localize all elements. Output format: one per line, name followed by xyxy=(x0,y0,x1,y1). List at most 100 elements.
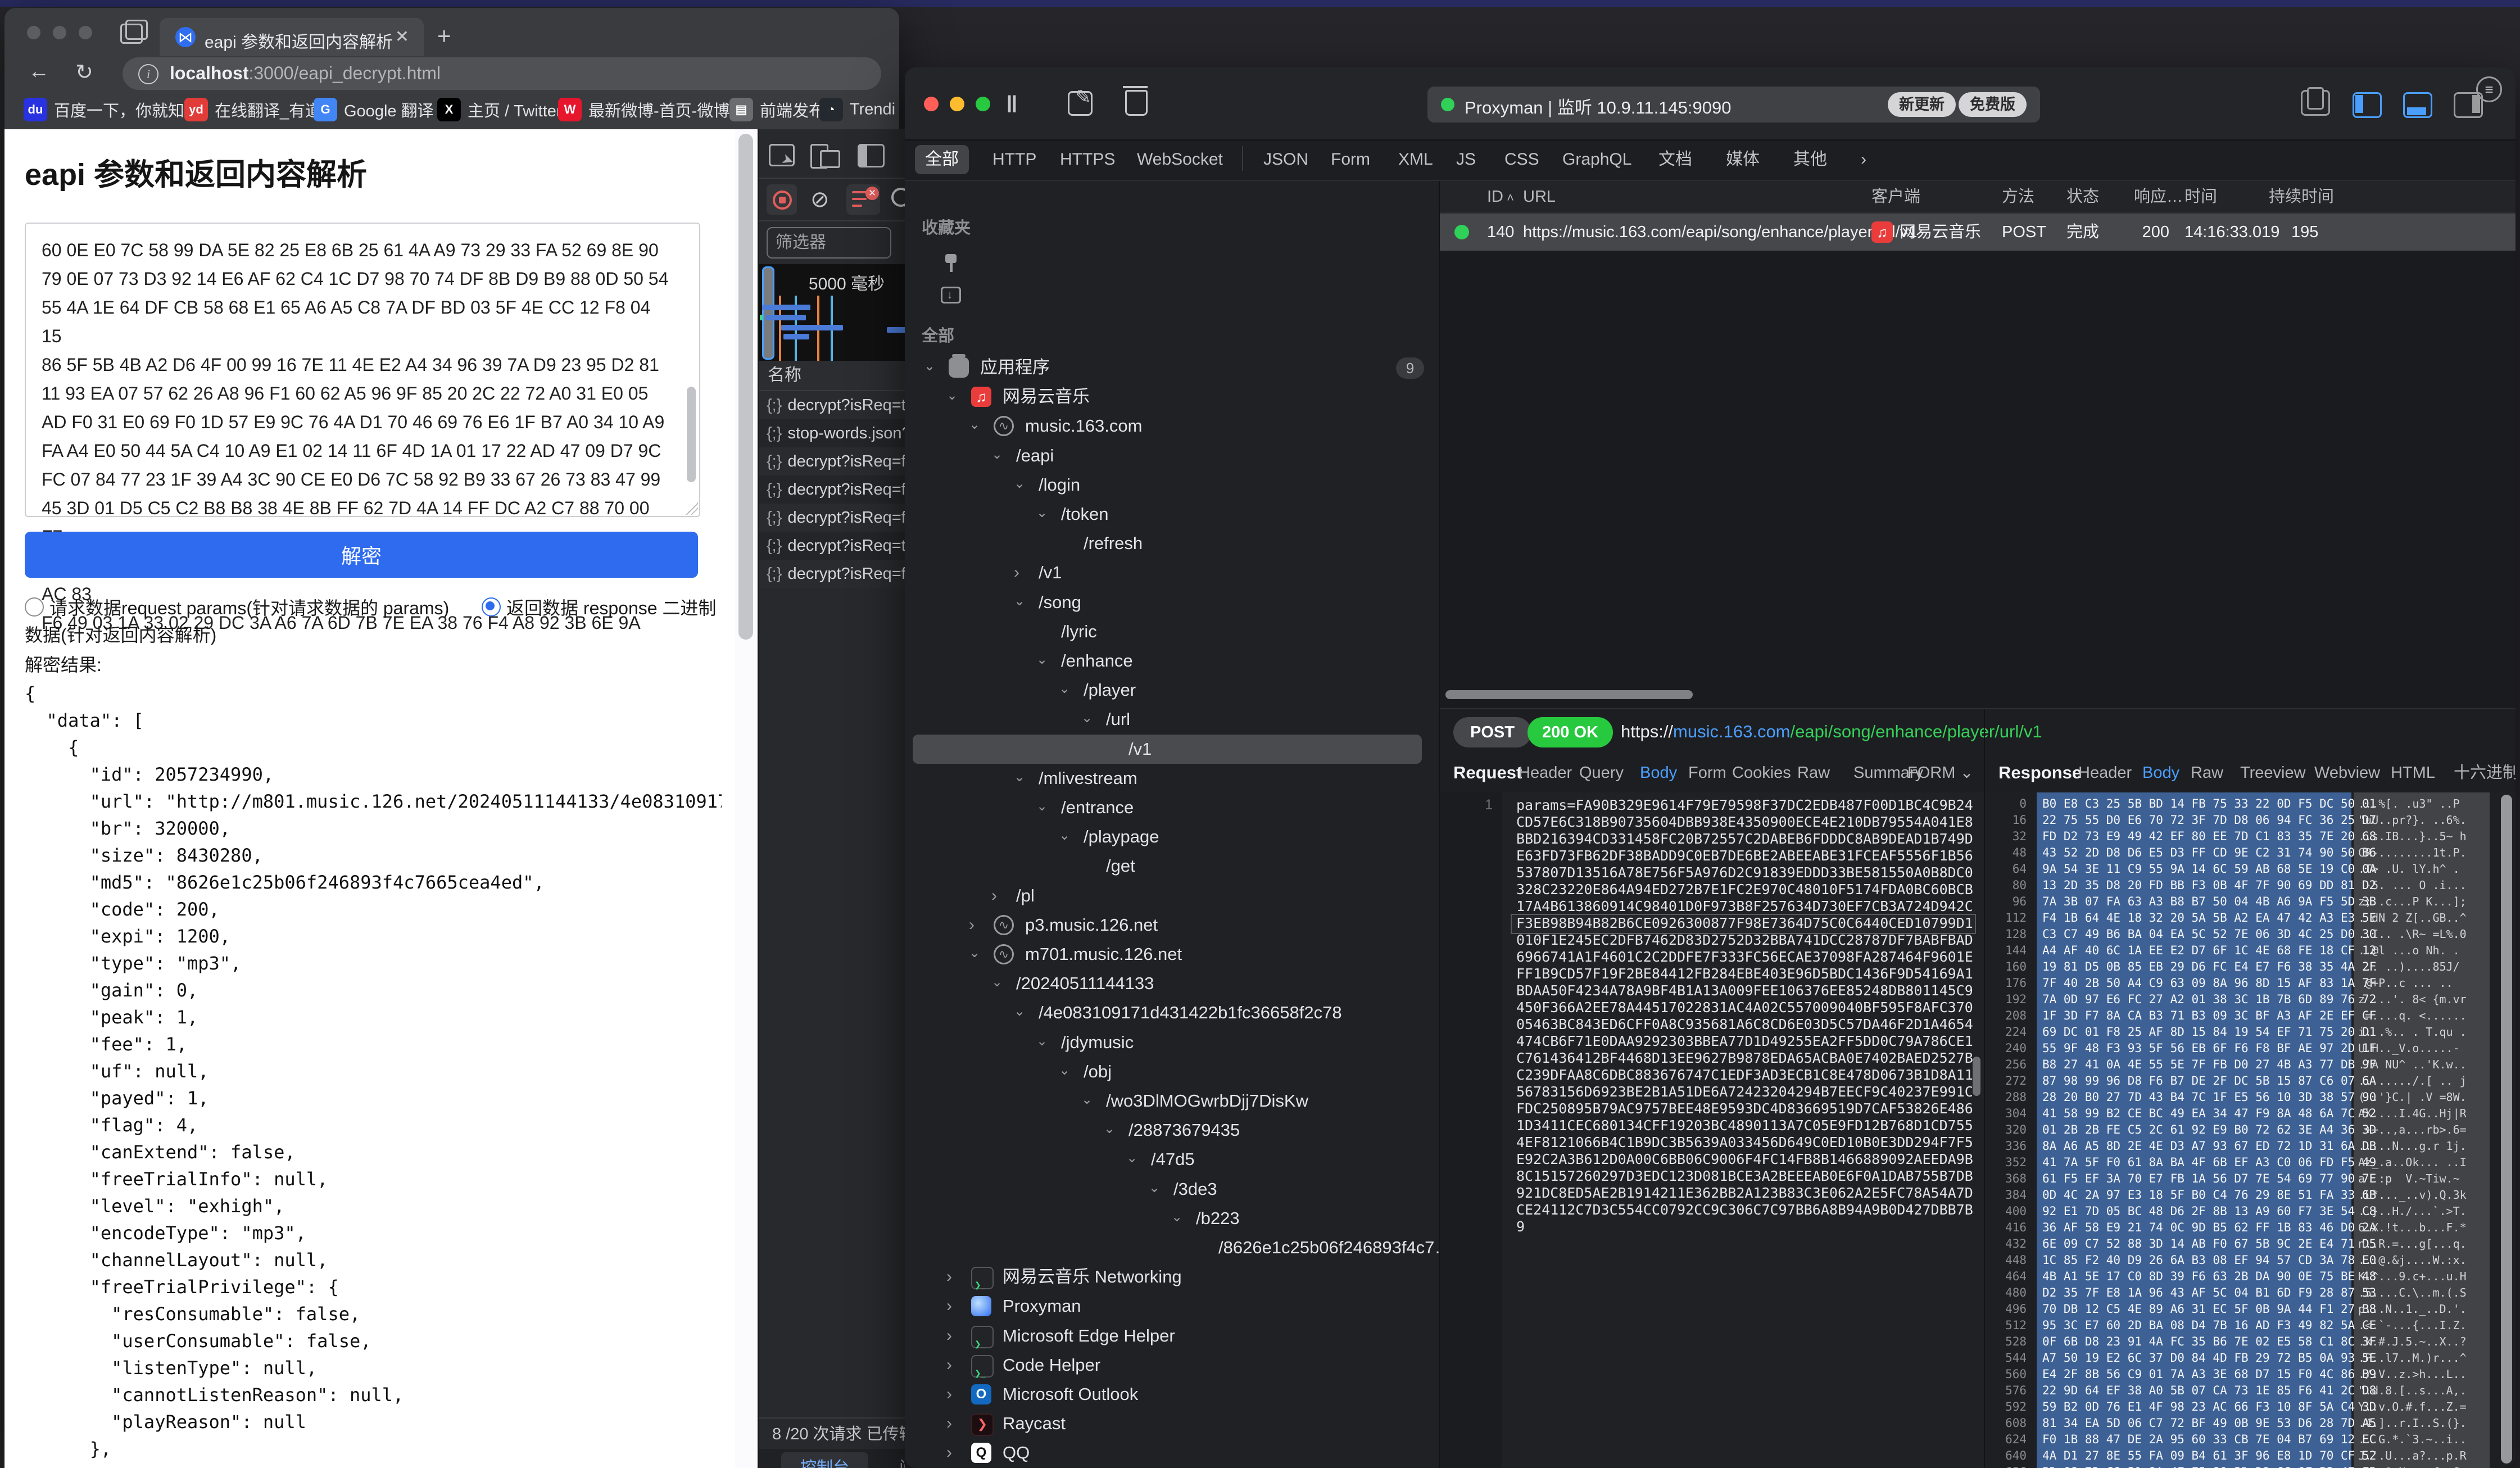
chevron-right-icon[interactable]: › xyxy=(946,1380,952,1409)
new-tab-button[interactable]: + xyxy=(437,22,451,49)
filter-tab-JS[interactable]: JS xyxy=(1446,145,1486,174)
refresh-icon[interactable]: ↻ xyxy=(75,60,93,85)
tree-item[interactable]: ⌄/url xyxy=(905,705,1439,734)
request-tab-Cookies[interactable]: Cookies xyxy=(1732,755,1791,790)
request-body-pane[interactable]: 1 params=FA90B329E9614F79E79598F37DC2EDB… xyxy=(1440,792,1984,1468)
filter-tab-Form[interactable]: Form xyxy=(1321,145,1380,174)
chevron-down-icon[interactable]: ⌄ xyxy=(1104,1114,1115,1144)
tree-item[interactable]: ⌄/playpage xyxy=(905,822,1439,851)
tree-item[interactable]: ⌄/song xyxy=(905,588,1439,617)
filter-tab-CSS[interactable]: CSS xyxy=(1494,145,1549,174)
response-tab-Header[interactable]: Header xyxy=(2078,755,2132,790)
tab-issues[interactable]: 问题 xyxy=(899,1455,905,1468)
window-zoom-button[interactable] xyxy=(79,26,92,39)
response-tab-[interactable]: 十六进制 ⇅ xyxy=(2454,755,2516,790)
chevron-right-icon[interactable]: › xyxy=(946,1438,952,1467)
sidebar-item-saved[interactable] xyxy=(905,280,1439,309)
chevron-down-icon[interactable]: ⌄ xyxy=(1036,499,1048,528)
chevron-down-icon[interactable]: ⌄ xyxy=(991,968,1003,997)
network-request-item[interactable]: {;}decrypt?isReq=tr xyxy=(759,532,905,560)
window-minimize-button[interactable] xyxy=(950,97,964,111)
decrypt-button[interactable]: 解密 xyxy=(25,532,698,578)
chevron-right-icon[interactable]: › xyxy=(946,1409,952,1438)
bookmark-item[interactable]: du百度一下，你就知道 xyxy=(24,98,201,124)
network-request-item[interactable]: {;}decrypt?isReq=fa xyxy=(759,475,905,504)
window-close-button[interactable] xyxy=(924,97,939,111)
filter-tab-WebSocket[interactable]: WebSocket xyxy=(1127,145,1233,174)
filter-tab-其他[interactable]: 其他 xyxy=(1783,145,1837,174)
tree-item[interactable]: ⌄/eapi xyxy=(905,441,1439,470)
chevron-down-icon[interactable]: ⌄ xyxy=(1014,763,1025,792)
bookmark-item[interactable]: ◔Trendi xyxy=(819,98,895,124)
more-filters-icon[interactable]: ≡ xyxy=(2476,76,2502,102)
tree-item[interactable]: ›❯Raycast xyxy=(905,1409,1439,1438)
tree-item[interactable]: /lyric xyxy=(905,617,1439,646)
response-hex-pane[interactable]: 0 16 32 48 64 80 96 112 128 144 160 176 … xyxy=(1985,792,2516,1468)
column-header-5[interactable]: 响应… xyxy=(2134,181,2183,212)
chevron-down-icon[interactable]: ⌄ xyxy=(1059,1056,1070,1085)
tree-item[interactable]: ⌄/player xyxy=(905,676,1439,705)
chevron-down-icon[interactable]: ⌄ xyxy=(924,352,935,381)
filter-tab-JSON[interactable]: JSON xyxy=(1253,145,1318,174)
window-minimize-button[interactable] xyxy=(53,26,66,39)
bookmark-item[interactable]: yd在线翻译_有道 xyxy=(184,98,321,124)
tree-item[interactable]: ⌄∿music.163.com xyxy=(905,411,1439,441)
hex-input-textarea[interactable]: 60 0E E0 7C 58 99 DA 5E 82 25 E8 6B 25 6… xyxy=(25,223,700,517)
filter-tab-XML[interactable]: XML xyxy=(1388,145,1443,174)
tree-item[interactable]: ⌄应用程序9 xyxy=(905,353,1439,382)
clear-session-icon[interactable] xyxy=(1125,90,1148,116)
filter-icon[interactable]: ✕ xyxy=(846,184,880,215)
tree-item[interactable]: ›Code Helper xyxy=(905,1351,1439,1380)
column-header-6[interactable]: 时间 xyxy=(2184,181,2217,212)
request-mode-radio[interactable] xyxy=(25,597,44,617)
compose-icon[interactable] xyxy=(1068,91,1093,116)
tree-item[interactable]: ⌄/47d5 xyxy=(905,1145,1439,1174)
tree-item[interactable]: ⌄/wo3DlMOGwrbDjj7DisKw xyxy=(905,1086,1439,1116)
column-header-2[interactable]: 客户端 xyxy=(1871,181,1920,212)
textarea-resize-grip[interactable] xyxy=(686,502,698,515)
tree-item[interactable]: ⌄/3de3 xyxy=(905,1175,1439,1204)
tree-item-selected[interactable]: /v1 xyxy=(905,735,1439,764)
chevron-down-icon[interactable]: ⌄ xyxy=(1059,674,1070,704)
tree-item[interactable]: /8626e1c25b06f246893f4c7… xyxy=(905,1233,1439,1262)
network-request-item[interactable]: {;}decrypt?isReq=tr xyxy=(759,391,905,419)
toggle-left-sidebar-icon[interactable] xyxy=(2353,92,2382,118)
tree-item[interactable]: ›Microsoft Edge Helper xyxy=(905,1321,1439,1351)
table-horizontal-scrollbar[interactable] xyxy=(1445,690,1693,699)
tree-item[interactable]: ⌄∿m701.music.126.net xyxy=(905,940,1439,969)
tree-item[interactable]: ›Proxyman xyxy=(905,1292,1439,1321)
chevron-down-icon[interactable]: ⌄ xyxy=(1149,1174,1160,1203)
address-bar[interactable]: i localhost:3000/eapi_decrypt.html xyxy=(123,57,881,90)
chevron-down-icon[interactable]: ⌄ xyxy=(1059,821,1070,850)
sidebar-item-pinned[interactable] xyxy=(905,248,1439,278)
chevron-right-icon[interactable]: › xyxy=(946,1262,952,1292)
chevron-down-icon[interactable]: ⌄ xyxy=(1171,1203,1182,1232)
request-tab-Header[interactable]: Header xyxy=(1519,755,1572,790)
column-header-4[interactable]: 状态 xyxy=(2066,181,2099,212)
devices-icon[interactable] xyxy=(2301,90,2330,116)
tree-item[interactable]: ⌄/jdymusic xyxy=(905,1028,1439,1057)
request-tab-Query[interactable]: Query xyxy=(1579,755,1624,790)
chevron-right-icon[interactable]: › xyxy=(946,1321,952,1351)
pause-capture-icon[interactable]: ‖ xyxy=(1006,91,1020,118)
tab-console[interactable]: 控制台 xyxy=(781,1452,868,1468)
tree-item[interactable]: ⌄/b223 xyxy=(905,1204,1439,1233)
network-request-item[interactable]: {;}decrypt?isReq=fa xyxy=(759,504,905,532)
tree-item[interactable]: ⌄/mlivestream xyxy=(905,764,1439,793)
network-request-item[interactable]: {;}decrypt?isReq=fa xyxy=(759,447,905,475)
active-tab[interactable]: ⋈ eapi 参数和返回内容解析 ✕ xyxy=(160,18,424,56)
chevron-down-icon[interactable]: ⌄ xyxy=(969,410,980,440)
filter-tab-GraphQL[interactable]: GraphQL xyxy=(1552,145,1642,174)
tree-item[interactable]: ›/v1 xyxy=(905,558,1439,587)
window-zoom-button[interactable] xyxy=(976,97,990,111)
tab-stack-icon[interactable] xyxy=(120,24,143,44)
filter-tab-媒体[interactable]: 媒体 xyxy=(1716,145,1770,174)
column-header-3[interactable]: 方法 xyxy=(2002,181,2034,212)
network-waterfall[interactable] xyxy=(759,296,905,361)
network-filter-input[interactable]: 筛选器 xyxy=(767,227,891,259)
response-tab-Body[interactable]: Body xyxy=(2142,755,2179,790)
chevron-down-icon[interactable]: ⌄ xyxy=(946,381,958,410)
chevron-right-icon[interactable]: › xyxy=(969,910,975,940)
page-scrollbar[interactable] xyxy=(735,129,758,1468)
tree-item[interactable]: ⌄/28873679435 xyxy=(905,1116,1439,1145)
